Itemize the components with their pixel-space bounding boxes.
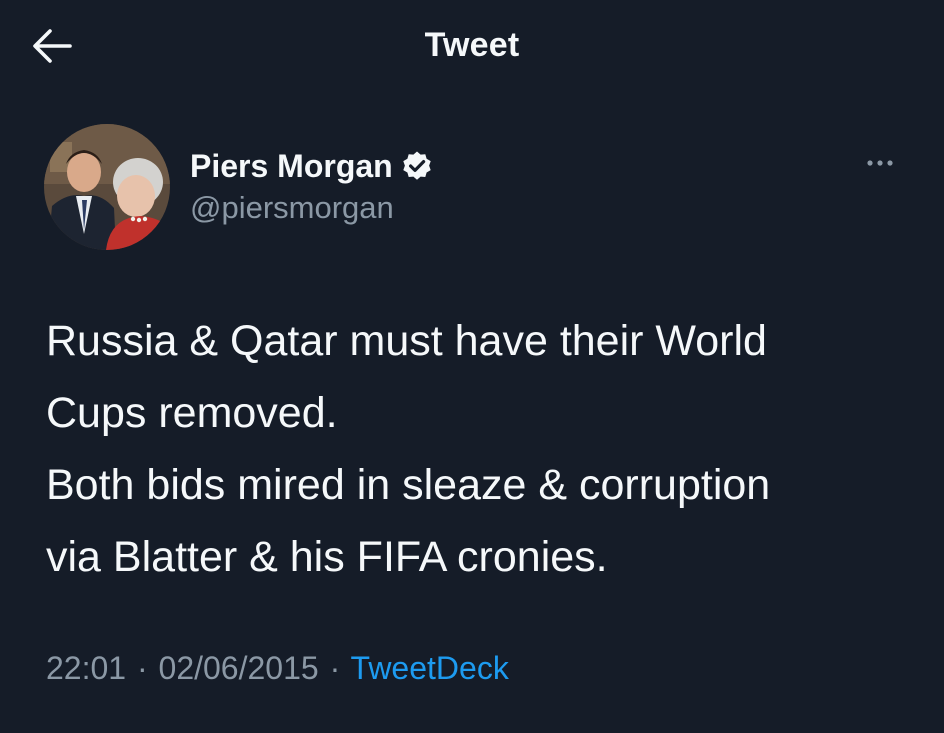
- tweet-metadata: 22:01 · 02/06/2015 · TweetDeck: [46, 650, 509, 687]
- tweet-text-line: Both bids mired in sleaze & corruption: [46, 461, 771, 509]
- avatar[interactable]: [44, 124, 170, 250]
- tweet-text-line: Cups removed.: [46, 389, 338, 437]
- top-bar: Tweet: [0, 0, 944, 92]
- more-options-button[interactable]: [860, 150, 900, 176]
- verified-badge-icon: [401, 150, 433, 182]
- meta-separator: ·: [136, 650, 148, 686]
- meta-separator: ·: [329, 650, 341, 686]
- more-options-icon: [867, 160, 893, 166]
- author-display-name[interactable]: Piers Morgan: [190, 148, 393, 185]
- tweet-date[interactable]: 02/06/2015: [159, 650, 319, 686]
- tweet-text-line: Russia & Qatar must have their World: [46, 317, 767, 365]
- tweet-source-link[interactable]: TweetDeck: [351, 650, 509, 686]
- profile-photo: [44, 124, 170, 250]
- tweet-time[interactable]: 22:01: [46, 650, 126, 686]
- author-name-row[interactable]: Piers Morgan: [190, 146, 433, 186]
- page-title: Tweet: [424, 26, 520, 64]
- author-handle[interactable]: @piersmorgan: [190, 190, 394, 226]
- tweet-text: Russia & Qatar must have their World Cup…: [46, 305, 916, 593]
- tweet-text-line: via Blatter & his FIFA cronies.: [46, 533, 608, 581]
